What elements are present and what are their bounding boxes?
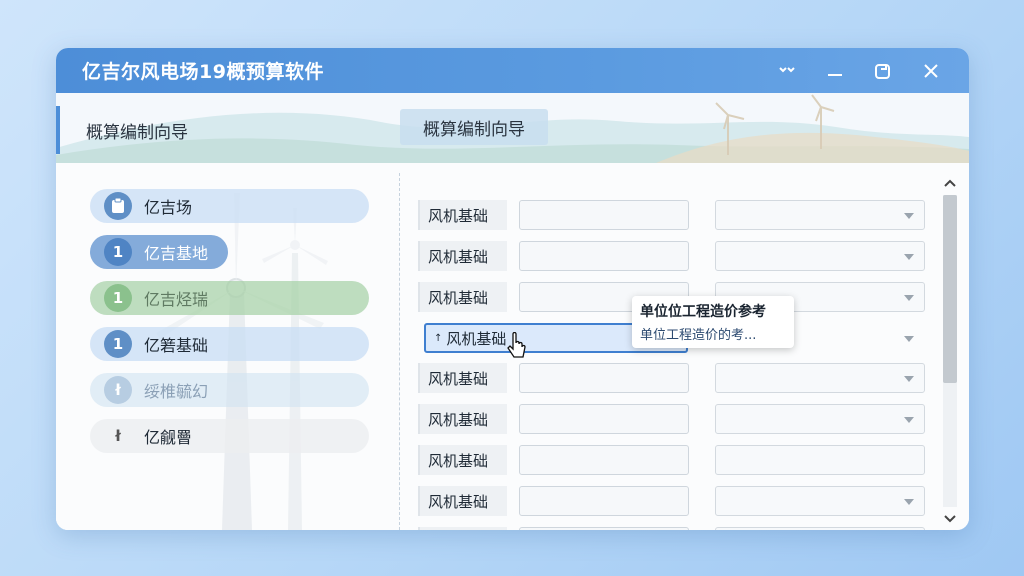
form-row: 风机基础 [418, 404, 928, 434]
option-select[interactable] [715, 404, 925, 434]
pane-divider [399, 173, 400, 530]
field-label: 风机基础 [418, 200, 507, 230]
field-label: 风机基础 [418, 445, 507, 475]
dropdown-caret-icon [904, 499, 914, 505]
app-title: 亿吉尔风电场19概预算软件 [82, 61, 324, 83]
step-label: 亿吉场 [144, 198, 193, 217]
minimize-button[interactable] [811, 48, 859, 93]
step-label: 亿箬基础 [144, 336, 209, 355]
step-item-1[interactable]: 亿吉场 [90, 189, 369, 223]
value-input[interactable] [519, 486, 689, 516]
scroll-thumb[interactable] [943, 195, 957, 383]
close-icon [924, 63, 938, 78]
scroll-down-icon[interactable] [940, 511, 960, 527]
step-number-badge: 1 [104, 330, 132, 358]
step-sidebar: 亿吉场 1 亿吉基地 1 亿吉烃瑞 1 亿箬基础 ł 绥椎毓幻 ł 亿觎罾 [56, 163, 386, 530]
form-row: 风机基础 [418, 241, 928, 271]
dropdown-caret-icon [904, 295, 914, 301]
value-input[interactable] [519, 363, 689, 393]
step-item-2[interactable]: 1 亿吉基地 [90, 235, 228, 269]
value-input[interactable] [519, 404, 689, 434]
app-window: 亿吉尔风电场19概预算软件 概算编制向导 概算编制向导 亿吉场 1 亿吉基地 1… [56, 48, 969, 530]
dropdown-caret-icon [904, 417, 914, 423]
row-marker: ↑ [434, 332, 443, 344]
step-item-3[interactable]: 1 亿吉烃瑞 [90, 281, 369, 315]
step-item-4[interactable]: 1 亿箬基础 [90, 327, 369, 361]
field-label: 风机基础 [418, 486, 507, 516]
form-row: 风机基础 [418, 200, 928, 230]
step-label: 绥椎毓幻 [144, 382, 209, 401]
dropdown-caret-icon [904, 254, 914, 260]
dropdown-caret-icon [904, 376, 914, 382]
form-row: 风机基础 [418, 445, 928, 475]
option-select[interactable] [715, 363, 925, 393]
option-select[interactable] [715, 445, 925, 475]
step-number-badge: ł [115, 427, 121, 445]
tooltip-title: 单位位工程造价参考 [640, 304, 766, 320]
field-label-text: 风机基础 [446, 329, 507, 348]
value-input[interactable] [519, 241, 689, 271]
field-label: 风机基础 [418, 404, 507, 434]
field-label: 风机基础 [418, 241, 507, 271]
option-select[interactable] [715, 200, 925, 230]
tooltip-subtitle: 单位工程造价的考... [640, 328, 757, 343]
form-row: 风机基础 [418, 363, 928, 393]
dropdown-caret-icon [904, 213, 914, 219]
title-bar[interactable]: 亿吉尔风电场19概预算软件 [56, 48, 969, 93]
step-number-badge: 1 [104, 284, 132, 312]
step-label: 亿吉基地 [144, 244, 209, 263]
unit-cost-tooltip: 单位位工程造价参考 单位工程造价的考... [632, 296, 794, 348]
clipboard-icon [104, 192, 132, 220]
option-select[interactable] [715, 241, 925, 271]
form-row: 风机基础 [418, 486, 928, 516]
value-input[interactable] [519, 200, 689, 230]
step-item-6[interactable]: ł 亿觎罾 [90, 419, 369, 453]
wizard-banner: 概算编制向导 概算编制向导 [56, 93, 969, 163]
collapse-button[interactable] [763, 48, 811, 93]
chevron-down-icon [779, 66, 795, 72]
step-item-5[interactable]: ł 绥椎毓幻 [90, 373, 369, 407]
close-button[interactable] [907, 48, 955, 93]
step-label: 亿觎罾 [144, 428, 193, 447]
option-select[interactable] [715, 486, 925, 516]
tab-wizard[interactable]: 概算编制向导 [400, 109, 548, 145]
mouse-pointer-icon [507, 332, 526, 358]
value-input[interactable] [519, 527, 689, 530]
dropdown-caret-icon [904, 336, 914, 342]
form-row: 风机基础 [418, 527, 928, 530]
window-controls [763, 48, 955, 93]
restore-button[interactable] [859, 48, 907, 93]
step-number-badge: 1 [104, 238, 132, 266]
step-label: 亿吉烃瑞 [144, 290, 209, 309]
step-number-badge: ł [104, 376, 132, 404]
form-scrollbar[interactable] [940, 173, 960, 530]
scroll-up-icon[interactable] [940, 175, 960, 191]
option-select[interactable] [715, 527, 925, 530]
field-label: 风机基础 [418, 363, 507, 393]
field-label: 风机基础 [418, 527, 507, 530]
minimize-icon [828, 73, 842, 76]
value-input[interactable] [519, 445, 689, 475]
field-label: 风机基础 [418, 282, 507, 312]
wizard-section-label: 概算编制向导 [56, 106, 236, 154]
restore-icon [875, 63, 890, 79]
